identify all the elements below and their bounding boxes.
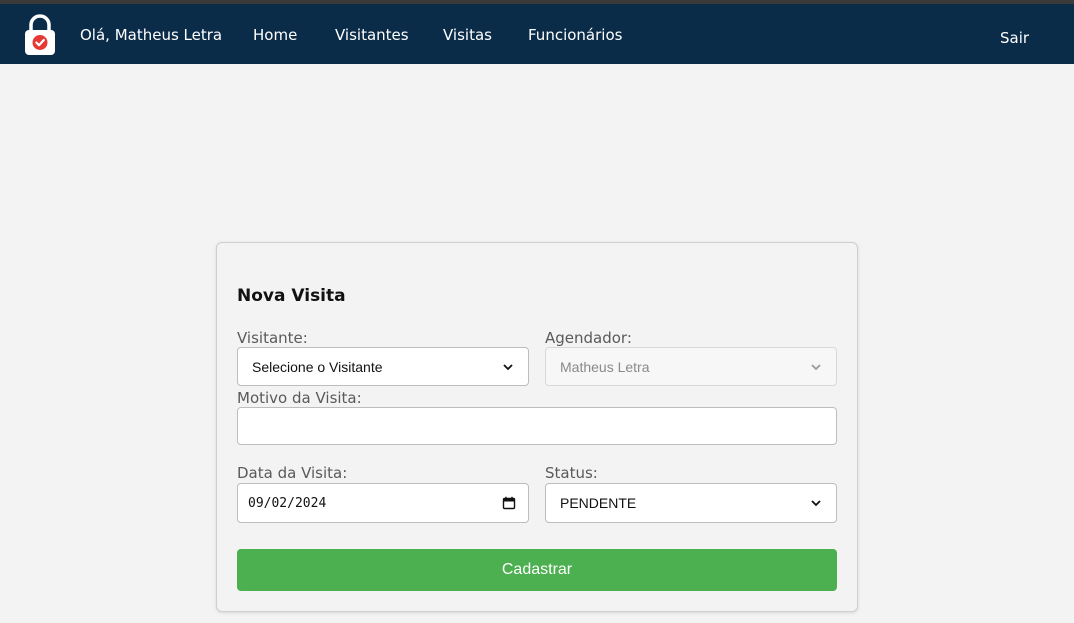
agendador-label: Agendador: <box>545 329 632 347</box>
chevron-down-icon <box>503 363 513 370</box>
visitante-select-value: Selecione o Visitante <box>252 358 383 375</box>
status-label: Status: <box>545 464 598 482</box>
motivo-input[interactable] <box>237 407 837 445</box>
chevron-down-icon <box>811 363 821 370</box>
nav-link-funcionarios[interactable]: Funcionários <box>528 26 622 44</box>
greeting-text: Olá, Matheus Letra <box>80 26 223 44</box>
motivo-label: Motivo da Visita: <box>237 389 362 407</box>
new-visit-form-card: Nova Visita Visitante: Selecione o Visit… <box>216 242 858 612</box>
lock-check-icon[interactable] <box>22 12 58 56</box>
status-select-value: PENDENTE <box>560 495 637 511</box>
data-visita-value: 09/02/2024 <box>248 495 327 511</box>
nav-link-home[interactable]: Home <box>253 26 297 44</box>
visitante-label: Visitante: <box>237 329 308 347</box>
chevron-down-icon <box>811 500 821 507</box>
data-visita-label: Data da Visita: <box>237 464 348 482</box>
calendar-icon[interactable] <box>502 496 516 510</box>
agendador-select: Matheus Letra <box>545 347 837 386</box>
nav-link-visitas[interactable]: Visitas <box>443 26 492 44</box>
nav-link-visitantes[interactable]: Visitantes <box>335 26 409 44</box>
visitante-select[interactable]: Selecione o Visitante <box>237 347 529 386</box>
logout-link[interactable]: Sair <box>1000 29 1029 47</box>
data-visita-input[interactable]: 09/02/2024 <box>237 483 529 523</box>
top-navbar: Olá, Matheus Letra Home Visitantes Visit… <box>0 4 1074 64</box>
form-title: Nova Visita <box>237 286 346 306</box>
status-select[interactable]: PENDENTE <box>545 483 837 523</box>
agendador-select-value: Matheus Letra <box>560 358 650 375</box>
cadastrar-button[interactable]: Cadastrar <box>237 549 837 591</box>
